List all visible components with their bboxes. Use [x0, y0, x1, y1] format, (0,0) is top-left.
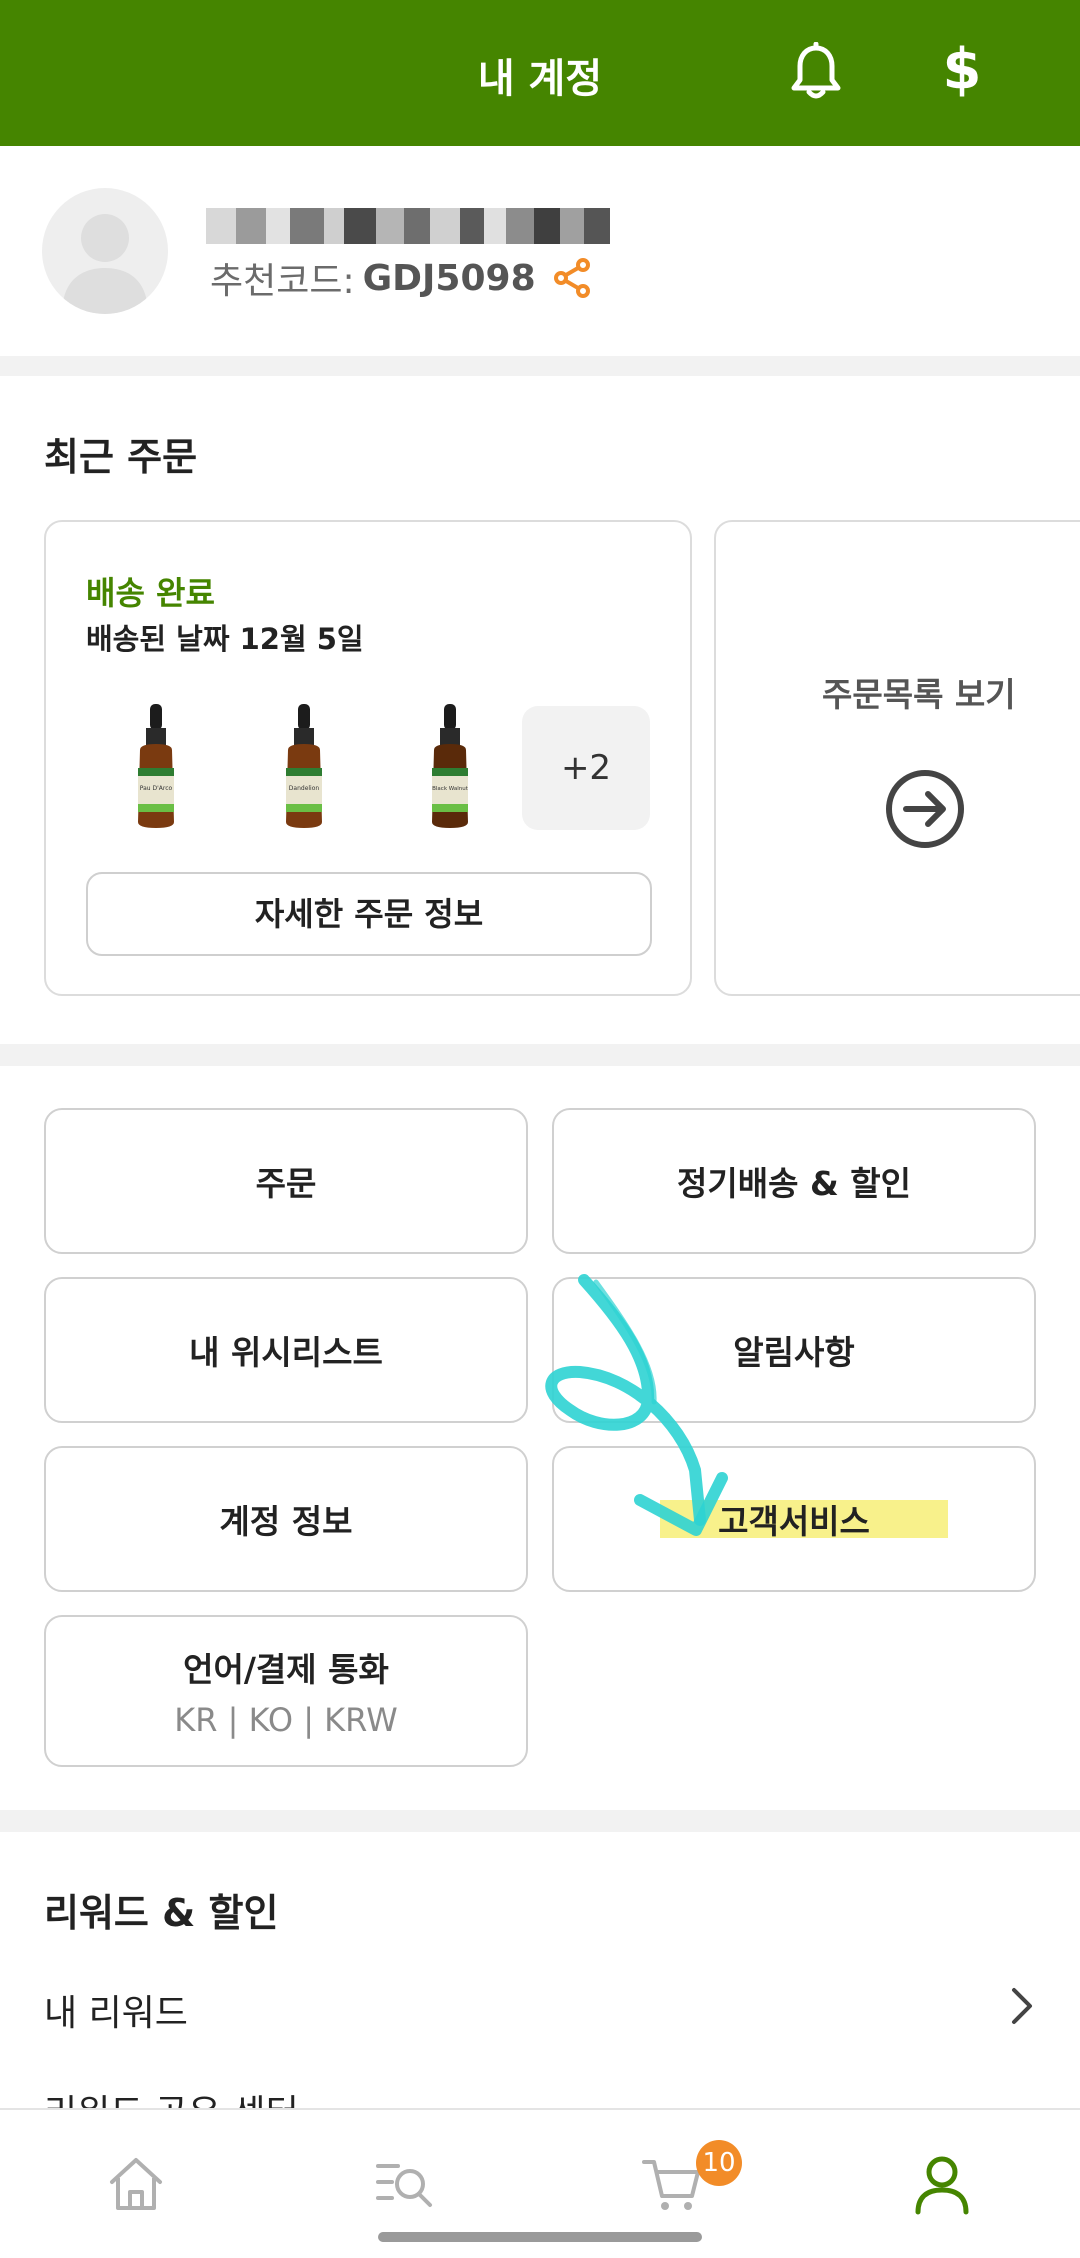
bell-icon[interactable] — [788, 42, 844, 102]
home-icon[interactable] — [104, 2152, 168, 2216]
customer-service-label: 고객서비스 — [718, 1502, 870, 1541]
account-icon[interactable] — [910, 2152, 974, 2216]
divider — [0, 1810, 1080, 1832]
account-info-label: 계정 정보 — [219, 1502, 353, 1541]
view-all-orders-label: 주문목록 보기 — [822, 675, 1016, 714]
referral-code-row: 추천코드: GDJ5098 — [210, 252, 592, 304]
notifications-label: 알림사항 — [733, 1333, 855, 1372]
bottle-label: Dandelion — [289, 785, 320, 792]
avatar[interactable] — [42, 188, 168, 314]
order-detail-button[interactable]: 자세한 주문 정보 — [86, 872, 652, 956]
home-indicator[interactable] — [378, 2232, 702, 2242]
page-title: 내 계정 — [477, 56, 603, 102]
referral-code: GDJ5098 — [362, 257, 536, 299]
app-header: 내 계정 $ — [0, 0, 1080, 146]
order-status: 배송 완료 — [86, 574, 215, 612]
view-all-orders-card[interactable]: 주문목록 보기 — [714, 520, 1080, 996]
arrow-right-circle-icon — [886, 770, 964, 848]
product-bottle-image: Pau D'Arco — [138, 704, 174, 828]
reward-share-center-label: 리워드 공유 센터 — [44, 2093, 299, 2108]
person-icon — [62, 214, 148, 314]
referral-label: 추천코드: — [210, 261, 355, 302]
wishlist-button[interactable]: 내 위시리스트 — [44, 1277, 528, 1423]
blurred-username — [206, 208, 610, 244]
cart-icon[interactable] — [640, 2152, 704, 2216]
language-currency-value: KR | KO | KRW — [174, 1701, 398, 1739]
reward-share-center-row[interactable]: 리워드 공유 센터 — [44, 2084, 1036, 2108]
customer-service-button[interactable]: 고객서비스 — [552, 1446, 1036, 1592]
orders-button[interactable]: 주문 — [44, 1108, 528, 1254]
order-delivered-date: 배송된 날짜 12월 5일 — [86, 622, 364, 656]
recent-orders-title: 최근 주문 — [44, 435, 198, 479]
product-bottle-image: Black Walnut — [432, 704, 469, 828]
wishlist-label: 내 위시리스트 — [189, 1333, 383, 1372]
rewards-title: 리워드 & 할인 — [44, 1891, 279, 1935]
my-rewards-label: 내 리워드 — [44, 1993, 188, 2034]
notifications-button[interactable]: 알림사항 — [552, 1277, 1036, 1423]
more-items-badge[interactable]: +2 — [522, 706, 650, 830]
autoship-label: 정기배송 & 할인 — [677, 1164, 911, 1203]
order-card[interactable]: 배송 완료 배송된 날짜 12월 5일 Pau D'Arco Dandelion… — [44, 520, 692, 996]
language-currency-button[interactable]: 언어/결제 통화 KR | KO | KRW — [44, 1615, 528, 1767]
bottle-label: Black Walnut — [432, 786, 469, 792]
cart-count-badge: 10 — [696, 2140, 742, 2186]
share-icon[interactable] — [552, 257, 592, 299]
my-rewards-row[interactable]: 내 리워드 — [44, 1984, 1036, 2036]
chevron-right-icon — [1012, 1988, 1032, 2024]
product-bottle-image: Dandelion — [286, 704, 322, 828]
orders-label: 주문 — [255, 1164, 317, 1203]
divider — [0, 356, 1080, 376]
search-list-icon[interactable] — [372, 2152, 436, 2216]
divider — [0, 1044, 1080, 1066]
autoship-discount-button[interactable]: 정기배송 & 할인 — [552, 1108, 1036, 1254]
language-currency-label: 언어/결제 통화 — [183, 1650, 389, 1689]
profile-section: 추천코드: GDJ5098 — [0, 146, 1080, 356]
bottle-label: Pau D'Arco — [140, 785, 173, 792]
dollar-icon[interactable]: $ — [940, 38, 984, 102]
account-info-button[interactable]: 계정 정보 — [44, 1446, 528, 1592]
